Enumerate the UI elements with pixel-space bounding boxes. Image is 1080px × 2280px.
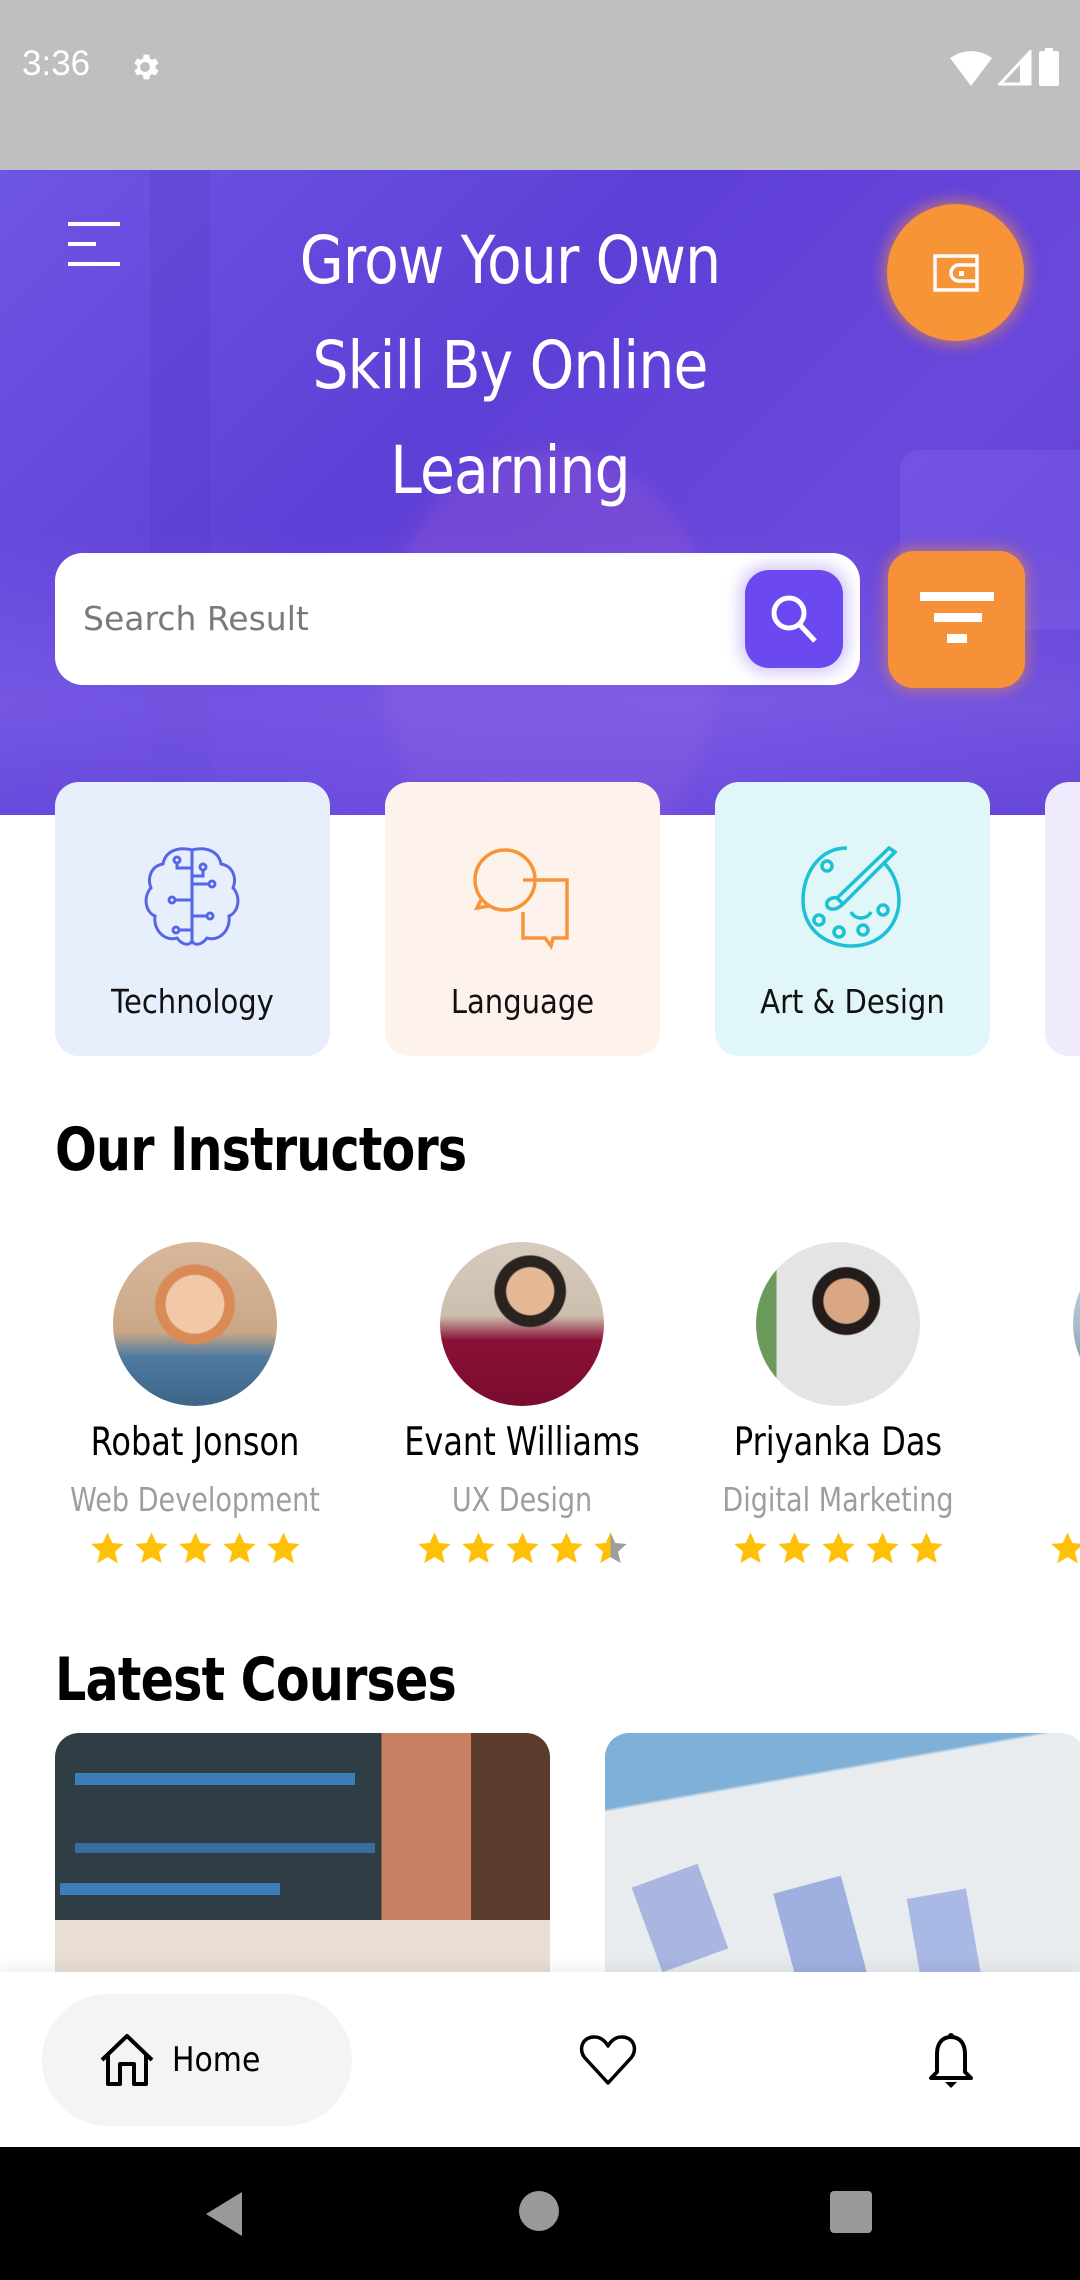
home-circle-icon[interactable] xyxy=(518,2190,560,2232)
instructor-role: UX Design xyxy=(451,1480,593,1519)
star-icon xyxy=(417,1532,451,1564)
star-icon xyxy=(733,1532,767,1564)
star-icon xyxy=(821,1532,855,1564)
category-label: Technology xyxy=(111,982,274,1021)
chat-bubbles-icon xyxy=(473,848,569,950)
instructor-role: Web Development xyxy=(70,1480,320,1519)
hero-title: Grow Your Own Skill By Online Learning xyxy=(243,208,776,523)
status-bar: 3:36 xyxy=(0,0,1080,170)
star-icon xyxy=(266,1532,300,1564)
category-card-technology[interactable]: Technology xyxy=(55,782,330,1056)
hero-title-line: Grow Your Own xyxy=(299,222,721,299)
nav-favorites[interactable] xyxy=(560,2012,656,2108)
wallet-button[interactable] xyxy=(887,204,1024,341)
rating-stars xyxy=(377,1530,667,1567)
instructor-card[interactable]: Robat Jonson Web Development xyxy=(50,1240,340,1570)
brain-circuit-icon xyxy=(144,847,240,946)
star-icon xyxy=(1050,1532,1080,1564)
category-list: Technology Language Art & Design xyxy=(0,782,1080,1057)
signal-icon xyxy=(998,50,1032,86)
system-navigation-bar xyxy=(0,2147,1080,2280)
avatar xyxy=(440,1242,604,1406)
wallet-icon xyxy=(932,253,979,292)
star-icon xyxy=(865,1532,899,1564)
instructor-card[interactable]: Evant Williams UX Design xyxy=(377,1240,667,1570)
rating-stars xyxy=(693,1530,983,1567)
nav-home-label: Home xyxy=(172,2040,261,2080)
category-card-art-design[interactable]: Art & Design xyxy=(715,782,990,1056)
photo-detail xyxy=(60,1883,280,1895)
coding-monitor-photo xyxy=(55,1733,550,1993)
star-icon xyxy=(549,1532,583,1564)
back-icon[interactable] xyxy=(204,2190,244,2238)
search-bar xyxy=(55,553,860,685)
instructor-name: Robat Jonson xyxy=(90,1420,300,1465)
menu-line xyxy=(68,242,96,246)
course-card[interactable] xyxy=(605,1733,1080,1993)
search-button[interactable] xyxy=(745,570,843,668)
rating-stars xyxy=(1010,1530,1080,1567)
battery-icon xyxy=(1039,48,1059,86)
filter-button[interactable] xyxy=(888,551,1025,688)
category-card-language[interactable]: Language xyxy=(385,782,660,1056)
status-time: 3:36 xyxy=(22,44,91,83)
bottom-navigation: Home xyxy=(0,1972,1080,2147)
menu-line xyxy=(68,222,120,226)
instructors-section-title: Our Instructors xyxy=(55,1115,467,1185)
avatar xyxy=(756,1242,920,1406)
category-label: Language xyxy=(450,982,595,1021)
hamburger-menu-icon[interactable] xyxy=(68,222,120,268)
bell-icon xyxy=(929,2033,973,2088)
star-icon xyxy=(134,1532,168,1564)
gear-icon xyxy=(134,54,159,80)
wifi-icon xyxy=(950,51,992,86)
star-icon xyxy=(505,1532,539,1564)
category-label: Art & Design xyxy=(760,982,945,1021)
avatar xyxy=(113,1242,277,1406)
recents-icon[interactable] xyxy=(830,2191,872,2233)
instructor-name: Priyanka Das xyxy=(733,1420,943,1465)
course-card[interactable] xyxy=(55,1733,550,1993)
star-icon xyxy=(593,1532,627,1564)
home-icon xyxy=(100,2034,154,2086)
search-input[interactable] xyxy=(83,583,723,653)
search-icon xyxy=(771,595,817,643)
star-icon xyxy=(222,1532,256,1564)
rating-stars xyxy=(50,1530,340,1567)
instructor-role: Ap xyxy=(1020,1480,1080,1519)
instructor-card[interactable]: Dev Ap xyxy=(1010,1240,1080,1570)
star-icon xyxy=(178,1532,212,1564)
instructor-role: Digital Marketing xyxy=(722,1480,954,1519)
photo-detail xyxy=(75,1773,355,1785)
star-icon xyxy=(461,1532,495,1564)
courses-section-title: Latest Courses xyxy=(55,1645,457,1715)
instructor-card[interactable]: Priyanka Das Digital Marketing xyxy=(693,1240,983,1570)
palette-icon xyxy=(801,845,901,948)
nav-notifications[interactable] xyxy=(903,2012,999,2108)
photo-detail xyxy=(75,1843,375,1853)
star-icon xyxy=(777,1532,811,1564)
filter-icon xyxy=(919,591,994,643)
heart-icon xyxy=(579,2035,637,2085)
star-icon xyxy=(90,1532,124,1564)
star-icon xyxy=(909,1532,943,1564)
nav-home[interactable]: Home xyxy=(42,1994,352,2126)
avatar xyxy=(1073,1242,1080,1406)
menu-line xyxy=(68,262,120,266)
status-icons xyxy=(950,48,1060,86)
category-card-partial[interactable] xyxy=(1045,782,1080,1056)
hero-title-line: Skill By Online xyxy=(312,327,708,404)
instructor-name: Evant Williams xyxy=(404,1420,640,1465)
instructor-name: Dev xyxy=(1020,1420,1080,1465)
hero-title-line: Learning xyxy=(390,432,630,509)
